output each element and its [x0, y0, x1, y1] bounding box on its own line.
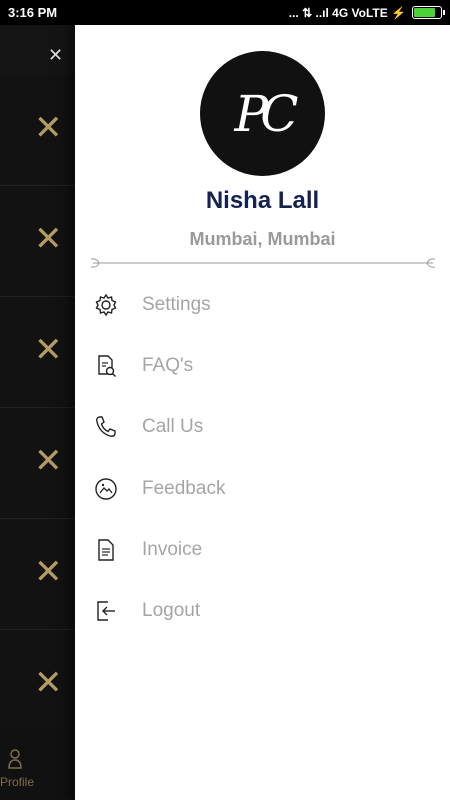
list-item[interactable]: ✕ — [0, 186, 80, 297]
menu-label: Feedback — [142, 478, 226, 499]
menu-label: Call Us — [142, 416, 204, 437]
close-icon[interactable]: ✕ — [34, 111, 63, 145]
gear-icon — [95, 293, 117, 317]
avatar-initials: PC — [234, 84, 299, 143]
user-location: Mumbai, Mumbai — [189, 229, 336, 249]
status-indicators: ... ⇅ ..ıl 4G VoLTE ⚡ — [288, 5, 445, 20]
tab-profile-label: Profile — [0, 775, 35, 789]
navigation-drawer: PC Nisha Lall Mumbai, Mumbai Settings FA… — [75, 25, 450, 800]
close-icon[interactable]: ✕ — [48, 45, 63, 66]
background-screen: ✕ ✕ ✕ ✕ ✕ ✕ ✕ Profile — [0, 25, 80, 800]
menu-item-call-us[interactable]: Call Us — [75, 402, 450, 452]
menu-item-settings[interactable]: Settings — [75, 280, 450, 330]
menu-label: Logout — [142, 600, 201, 621]
menu-item-invoice[interactable]: Invoice — [75, 525, 450, 575]
menu-label: Settings — [142, 294, 211, 315]
close-icon[interactable]: ✕ — [34, 222, 63, 256]
close-icon[interactable]: ✕ — [34, 333, 63, 367]
list-item[interactable]: ✕ — [0, 75, 80, 186]
person-icon — [8, 749, 22, 769]
menu-label: FAQ's — [142, 355, 194, 376]
status-time: 3:16 PM — [8, 5, 58, 20]
menu-item-faq[interactable]: FAQ's — [75, 341, 450, 391]
close-icon[interactable]: ✕ — [34, 666, 63, 700]
invoice-icon — [98, 539, 114, 561]
menu-label: Invoice — [142, 539, 203, 560]
list-item[interactable]: ✕ — [0, 630, 80, 741]
close-icon[interactable]: ✕ — [34, 555, 63, 589]
list-item[interactable]: ✕ — [0, 408, 80, 519]
avatar[interactable]: PC — [200, 51, 325, 176]
ornamental-divider — [90, 258, 436, 268]
battery-icon — [412, 6, 445, 19]
list-item[interactable]: ✕ — [0, 297, 80, 408]
feedback-icon — [95, 478, 117, 500]
list-item[interactable]: ✕ — [0, 519, 80, 630]
menu-item-feedback[interactable]: Feedback — [75, 464, 450, 514]
logout-icon — [97, 601, 115, 621]
network-status: ... ⇅ ..ıl 4G VoLTE ⚡ — [288, 5, 406, 20]
faq-document-icon — [98, 355, 116, 377]
status-bar: 3:16 PM ... ⇅ ..ıl 4G VoLTE ⚡ — [0, 0, 450, 25]
user-name: Nisha Lall — [205, 187, 320, 214]
tab-profile[interactable]: Profile — [0, 731, 80, 800]
close-icon[interactable]: ✕ — [34, 444, 63, 478]
phone-icon — [96, 416, 116, 437]
menu-item-logout[interactable]: Logout — [75, 586, 450, 636]
